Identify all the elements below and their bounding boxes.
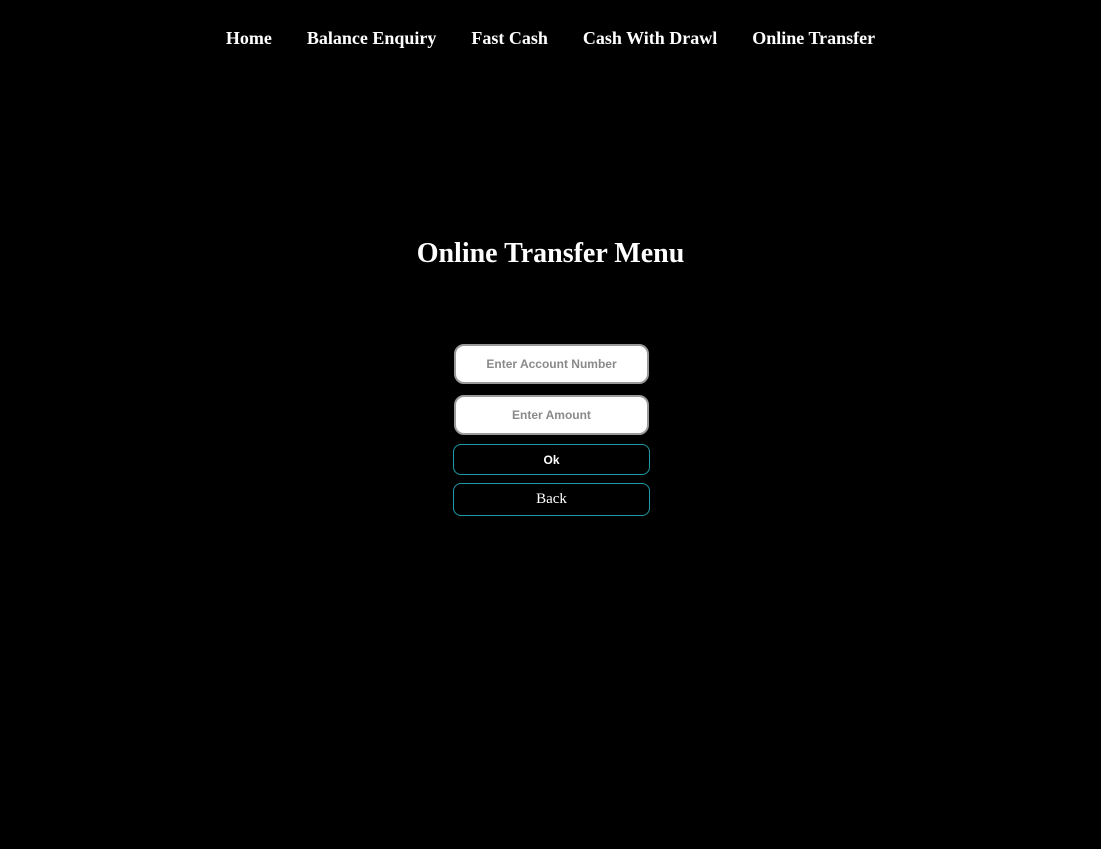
- nav-online-transfer-link[interactable]: Online Transfer: [752, 28, 875, 49]
- nav-cash-withdrawal-link[interactable]: Cash With Drawl: [583, 28, 717, 49]
- page-title: Online Transfer Menu: [416, 238, 685, 269]
- amount-input[interactable]: [454, 395, 649, 435]
- back-button[interactable]: Back: [453, 483, 650, 516]
- nav-balance-enquiry-link[interactable]: Balance Enquiry: [307, 28, 437, 49]
- nav-fast-cash-link[interactable]: Fast Cash: [471, 28, 548, 49]
- transfer-form: Ok Back: [453, 344, 650, 516]
- top-nav: Home Balance Enquiry Fast Cash Cash With…: [0, 26, 1101, 50]
- account-number-input[interactable]: [454, 344, 649, 384]
- nav-home-link[interactable]: Home: [226, 28, 272, 49]
- ok-button[interactable]: Ok: [453, 444, 650, 475]
